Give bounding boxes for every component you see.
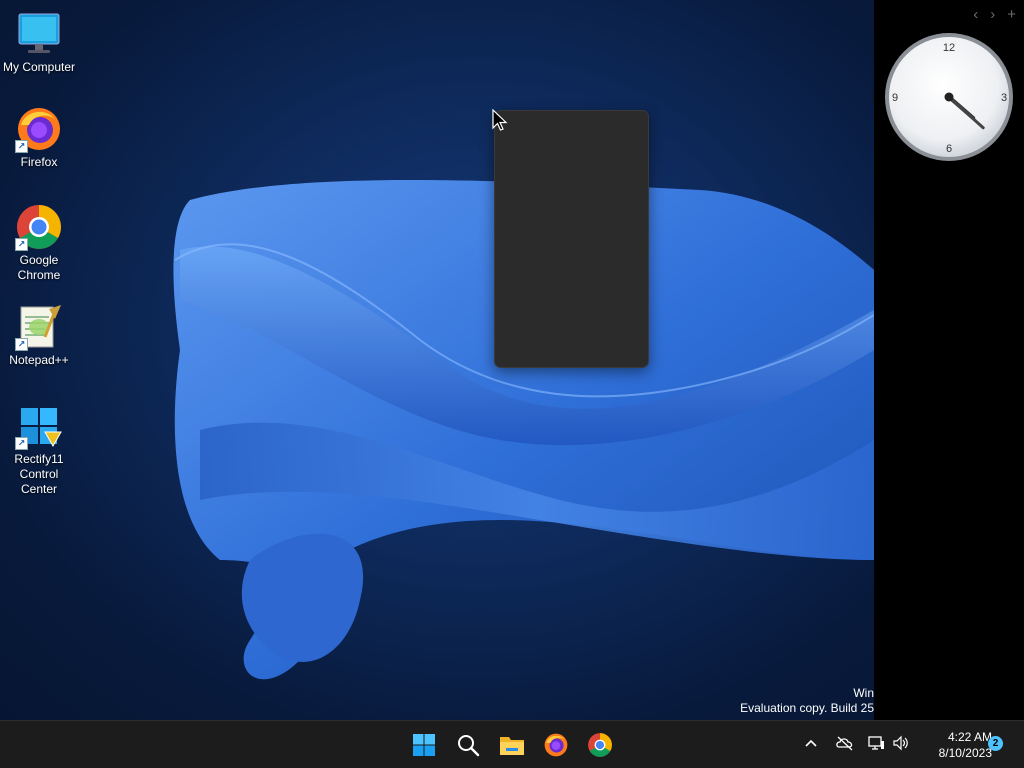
file-explorer-button[interactable] <box>496 729 528 761</box>
taskbar-firefox-button[interactable] <box>540 729 572 761</box>
clock-numeral-12: 12 <box>943 42 955 54</box>
rectify11-icon: ↗ <box>15 402 63 450</box>
chrome-icon: ↗ <box>15 203 63 251</box>
notification-count-badge[interactable]: 2 <box>988 736 1003 751</box>
monitor-icon <box>15 10 63 58</box>
taskbar-date: 8/10/2023 <box>938 746 992 760</box>
shortcut-arrow-icon: ↗ <box>15 238 28 251</box>
desktop-icon-my-computer[interactable]: My Computer <box>0 10 78 75</box>
shortcut-arrow-icon: ↗ <box>15 338 28 351</box>
taskbar-clock-button[interactable]: 4:22 AM 8/10/2023 <box>912 729 992 761</box>
volume-icon <box>893 735 908 751</box>
chrome-icon <box>588 733 612 757</box>
evaluation-watermark: Win Evaluation copy. Build 25 <box>614 686 874 716</box>
taskbar-chrome-button[interactable] <box>584 729 616 761</box>
sidebar-prev-button[interactable]: ‹ <box>973 6 978 23</box>
network-icon <box>868 736 884 750</box>
shortcut-arrow-icon: ↗ <box>15 437 28 450</box>
tray-overflow-chevron-button[interactable] <box>804 735 818 751</box>
empty-popup-window[interactable] <box>494 110 649 368</box>
watermark-line-1: Win <box>853 686 874 700</box>
desktop-icon-rectify11[interactable]: ↗ Rectify11 Control Center <box>0 402 78 497</box>
start-icon <box>413 734 435 756</box>
desktop-icon-notepadpp[interactable]: ↗ Notepad++ <box>0 303 78 368</box>
clock-gadget[interactable]: 12 3 6 9 <box>883 31 1015 163</box>
firefox-icon: ↗ <box>15 105 63 153</box>
desktop-icon-label: Rectify11 Control Center <box>14 452 64 496</box>
start-button[interactable] <box>408 729 440 761</box>
firefox-icon <box>544 733 568 757</box>
desktop-icon-label: Notepad++ <box>9 353 69 367</box>
clock-center-pin <box>944 92 954 102</box>
search-icon <box>458 735 480 757</box>
sidebar-next-button[interactable]: › <box>990 6 995 23</box>
shortcut-arrow-icon: ↗ <box>15 140 28 153</box>
desktop-icon-label: Firefox <box>20 155 58 169</box>
file-explorer-icon <box>500 737 524 755</box>
mouse-cursor-icon <box>492 109 508 131</box>
onedrive-offline-icon <box>836 736 853 751</box>
sidebar-controls: ‹ › + <box>973 6 1016 23</box>
desktop-wallpaper <box>0 0 874 720</box>
volume-button[interactable] <box>892 735 910 756</box>
desktop-icon-firefox[interactable]: ↗ Firefox <box>0 105 78 170</box>
clock-numeral-3: 3 <box>1001 92 1007 104</box>
gadget-sidebar: ‹ › + 12 3 6 9 <box>874 0 1024 720</box>
desktop-icon-label: Google Chrome <box>17 253 61 282</box>
search-button[interactable] <box>452 729 484 761</box>
chevron-up-icon <box>805 739 817 747</box>
taskbar-time: 4:22 AM <box>947 730 992 744</box>
desktop-icon-google-chrome[interactable]: ↗ Google Chrome <box>0 203 78 283</box>
network-button[interactable] <box>867 735 885 756</box>
watermark-line-2: Evaluation copy. Build 25 <box>740 701 874 715</box>
clock-numeral-9: 9 <box>892 92 898 104</box>
sidebar-add-gadget-button[interactable]: + <box>1007 6 1016 23</box>
onedrive-button[interactable] <box>836 735 854 756</box>
taskbar: 4:22 AM 8/10/2023 <box>0 720 1024 768</box>
clock-numeral-6: 6 <box>946 143 952 155</box>
notepadpp-icon: ↗ <box>15 303 63 351</box>
desktop-icon-label: My Computer <box>2 60 76 74</box>
